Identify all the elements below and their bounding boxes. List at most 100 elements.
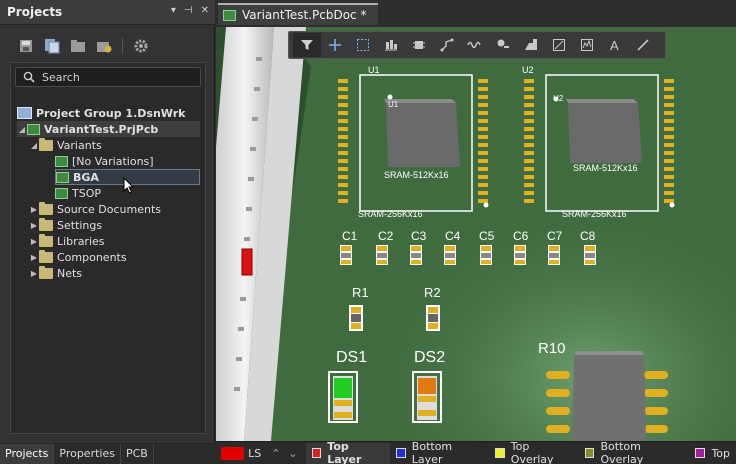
- projects-panel-header: Projects ▾ ⊣ ✕: [0, 0, 215, 25]
- select-rectangle-icon[interactable]: [349, 33, 377, 57]
- collapse-arrow-icon[interactable]: ◢: [17, 125, 27, 134]
- panel-title: Projects: [7, 5, 63, 19]
- bottom-overlay-swatch: [584, 448, 595, 458]
- pcb-3d-canvas[interactable]: U1 U1 SRAM-512Kx16 SRAM-256Kx16 U2 U2 SR…: [216, 27, 736, 441]
- expand-arrow-icon[interactable]: ▶: [29, 269, 39, 278]
- variant-icon: [56, 171, 69, 183]
- layer-tab-bottom-overlay[interactable]: Bottom Overlay: [579, 440, 690, 464]
- tree-item-project-group[interactable]: Project Group 1.DsnWrk: [17, 105, 185, 121]
- pin-icon[interactable]: ⊣: [184, 5, 193, 16]
- tree-item-settings[interactable]: ▶ Settings: [29, 217, 102, 233]
- expand-arrow-icon[interactable]: ▶: [29, 253, 39, 262]
- tree-item-source-documents[interactable]: ▶ Source Documents: [29, 201, 161, 217]
- expand-arrow-icon[interactable]: ▶: [29, 237, 39, 246]
- tree-item-tsop[interactable]: TSOP: [55, 185, 101, 201]
- projects-panel: Projects ▾ ⊣ ✕ Search Project Group 1.Ds…: [0, 0, 215, 464]
- svg-text:A: A: [610, 38, 619, 52]
- folder-icon: [39, 265, 53, 279]
- current-layer-swatch[interactable]: [221, 446, 245, 460]
- pcb-doc-icon: [223, 10, 236, 21]
- document-tab[interactable]: VariantTest.PcbDoc *: [218, 3, 378, 25]
- close-icon[interactable]: ✕: [201, 5, 209, 16]
- u2-outline-label: SRAM-256Kx16: [562, 209, 627, 219]
- layer-tab-top-layer[interactable]: Top Layer: [305, 440, 391, 464]
- panel-title-buttons: ▾ ⊣ ✕: [171, 5, 209, 16]
- tab-pcb[interactable]: PCB: [121, 444, 154, 464]
- u2-chip-label: SRAM-512Kx16: [573, 163, 638, 173]
- dimension-icon[interactable]: [545, 33, 573, 57]
- tree-item-libraries[interactable]: ▶ Libraries: [29, 233, 105, 249]
- variant-icon: [55, 155, 68, 167]
- via-icon[interactable]: [489, 33, 517, 57]
- tree-item-components[interactable]: ▶ Components: [29, 249, 127, 265]
- tree-label: VariantTest.PrjPcb: [44, 122, 159, 136]
- panel-bottom-tabs: Projects Properties PCB: [0, 443, 215, 464]
- panel-menu-icon[interactable]: ▾: [171, 5, 176, 16]
- projects-toolbar: [0, 32, 215, 60]
- expand-arrow-icon[interactable]: ▶: [29, 205, 39, 214]
- polygon-icon[interactable]: [517, 33, 545, 57]
- top-overlay-swatch: [495, 448, 505, 458]
- align-icon[interactable]: [377, 33, 405, 57]
- layer-tabs-bar: LS ⌃ ⌄ Top Layer Bottom Layer Top Overla…: [216, 440, 736, 464]
- tab-properties[interactable]: Properties: [54, 444, 121, 464]
- top-swatch: [695, 448, 706, 458]
- component-icon[interactable]: [405, 33, 433, 57]
- tree-label: Settings: [57, 218, 103, 232]
- collapse-arrow-icon[interactable]: ◢: [29, 141, 39, 150]
- tree-item-no-variations[interactable]: [No Variations]: [55, 153, 154, 169]
- tree-label: Nets: [57, 266, 83, 280]
- document-tabbar: VariantTest.PcbDoc *: [216, 0, 736, 27]
- r10-designator: R10: [538, 340, 566, 357]
- project-options-icon[interactable]: [94, 37, 114, 55]
- tree-label: Variants: [57, 138, 102, 152]
- line-icon[interactable]: [629, 33, 657, 57]
- tree-label: BGA: [73, 170, 99, 184]
- document-tab-label: VariantTest.PcbDoc *: [242, 8, 367, 22]
- layer-tab-top-overlay[interactable]: Top Overlay: [489, 440, 579, 464]
- variant-icon: [55, 187, 68, 199]
- open-folder-icon[interactable]: [68, 37, 88, 55]
- u1-small-label: U1: [388, 100, 399, 109]
- expand-arrow-icon[interactable]: ▶: [29, 221, 39, 230]
- layer-label: Top Overlay: [510, 440, 554, 464]
- r2-designator: R2: [424, 285, 441, 300]
- tree-label: Libraries: [57, 234, 105, 248]
- layer-label: Top: [711, 446, 730, 460]
- project-tree: Search Project Group 1.DsnWrk ◢ VariantT…: [10, 62, 206, 434]
- top-layer-swatch: [311, 448, 322, 458]
- tree-item-variants[interactable]: ◢ Variants: [29, 137, 102, 153]
- layer-down-icon[interactable]: ⌄: [288, 447, 297, 460]
- layer-tab-top[interactable]: Top: [689, 443, 736, 464]
- folder-icon: [39, 137, 53, 151]
- text-icon[interactable]: A: [601, 33, 629, 57]
- layer-set-label[interactable]: LS: [248, 447, 261, 460]
- c6-designator: C6: [513, 229, 529, 243]
- pcb-project-icon: [27, 123, 40, 135]
- layer-tab-bottom-layer[interactable]: Bottom Layer: [390, 440, 489, 464]
- pcb-render: U1 U1 SRAM-512Kx16 SRAM-256Kx16 U2 U2 SR…: [216, 27, 736, 441]
- mouse-cursor-icon: [123, 177, 135, 194]
- graph-icon[interactable]: [573, 33, 601, 57]
- c4-designator: C4: [445, 229, 461, 243]
- altium-window: Projects ▾ ⊣ ✕ Search Project Group 1.Ds…: [0, 0, 736, 464]
- save-icon[interactable]: [16, 37, 36, 55]
- gear-icon[interactable]: [131, 37, 151, 55]
- filter-icon[interactable]: [293, 33, 321, 57]
- u1-chip-label: SRAM-512Kx16: [384, 170, 449, 180]
- folder-icon: [39, 201, 53, 215]
- c3-designator: C3: [411, 229, 427, 243]
- c1-designator: C1: [342, 229, 358, 243]
- tab-projects[interactable]: Projects: [0, 444, 55, 464]
- layer-up-icon[interactable]: ⌃: [271, 447, 280, 460]
- workspace-icon: [17, 107, 32, 119]
- crosshair-icon[interactable]: [321, 33, 349, 57]
- layer-label: Bottom Layer: [411, 440, 453, 464]
- tune-length-icon[interactable]: [461, 33, 489, 57]
- route-icon[interactable]: [433, 33, 461, 57]
- tree-label: Source Documents: [57, 202, 161, 216]
- tree-item-nets[interactable]: ▶ Nets: [29, 265, 82, 281]
- search-input[interactable]: Search: [15, 67, 201, 87]
- save-all-icon[interactable]: [42, 37, 62, 55]
- tree-item-project[interactable]: ◢ VariantTest.PrjPcb: [17, 121, 200, 137]
